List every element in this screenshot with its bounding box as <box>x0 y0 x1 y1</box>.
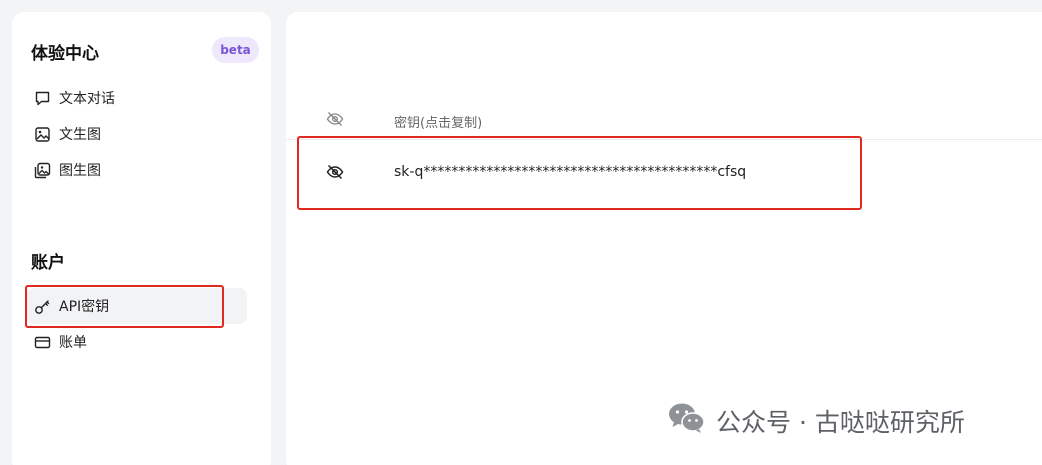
sidebar-item-label: 文本对话 <box>59 91 115 107</box>
account-section-title: 账户 <box>31 253 65 273</box>
sidebar: 体验中心 beta 文本对话 文生图 图生图 账户 API密钥 账单 <box>12 12 271 465</box>
beta-badge: beta <box>212 37 259 63</box>
sidebar-item-text-chat[interactable]: 文本对话 <box>26 80 247 116</box>
watermark-text: 公众号 · 古哒哒研究所 <box>716 408 965 437</box>
credit-card-icon <box>34 334 51 351</box>
images-icon <box>34 162 51 179</box>
watermark: 公众号 · 古哒哒研究所 <box>668 402 965 440</box>
chat-bubble-icon <box>34 90 51 107</box>
eye-off-icon[interactable] <box>326 164 344 184</box>
table-header: 密钥(点击复制) <box>286 100 1042 140</box>
sidebar-item-text-to-image[interactable]: 文生图 <box>26 116 247 152</box>
table-row: sk-q************************************… <box>286 154 1042 194</box>
sidebar-item-image-to-image[interactable]: 图生图 <box>26 152 247 188</box>
key-column-header: 密钥(点击复制) <box>394 116 483 131</box>
sidebar-item-api-key[interactable]: API密钥 <box>26 288 247 324</box>
eye-off-icon[interactable] <box>326 111 344 131</box>
api-key-value[interactable]: sk-q************************************… <box>394 164 746 180</box>
sidebar-item-label: 图生图 <box>59 163 101 179</box>
sidebar-item-label: API密钥 <box>59 299 110 315</box>
experience-center-title: 体验中心 <box>31 44 99 64</box>
sidebar-item-billing[interactable]: 账单 <box>26 324 247 360</box>
sidebar-item-label: 文生图 <box>59 127 101 143</box>
wechat-icon <box>668 402 706 440</box>
main-panel: 密钥(点击复制) sk-q***************************… <box>286 12 1042 465</box>
key-icon <box>34 298 51 315</box>
image-icon <box>34 126 51 143</box>
sidebar-item-label: 账单 <box>59 335 87 351</box>
